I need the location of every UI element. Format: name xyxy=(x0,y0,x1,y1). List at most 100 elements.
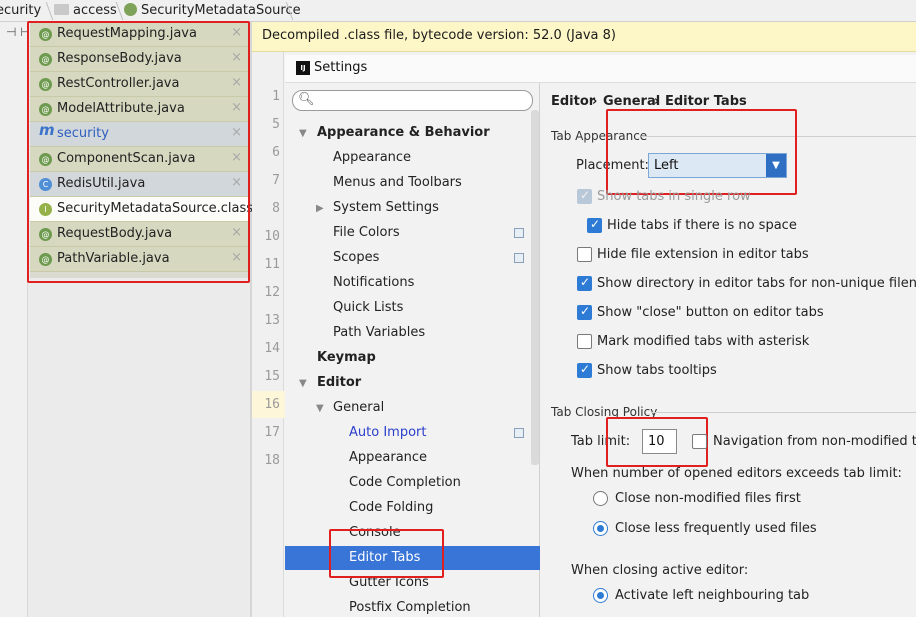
tree-item-code-completion[interactable]: Code Completion xyxy=(349,475,461,490)
tree-item-editor[interactable]: Editor xyxy=(317,375,361,390)
single-row-checkbox[interactable] xyxy=(577,188,592,204)
editor-tab[interactable]: m security × xyxy=(30,122,248,147)
gutter-overlay: 16 17 18 xyxy=(252,52,284,617)
tab-label: ResponseBody.java xyxy=(57,51,182,66)
breadcrumb-label: SecurityMetadataSource xyxy=(141,3,301,18)
interface-icon xyxy=(124,3,137,16)
close-non-modified-label: Close non-modified files first xyxy=(615,491,801,506)
close-icon[interactable]: × xyxy=(231,150,242,165)
line-number: 16 xyxy=(264,397,280,412)
dialog-title-bar[interactable] xyxy=(285,55,916,83)
tree-item-appearance-behavior[interactable]: Appearance & Behavior xyxy=(317,125,490,140)
close-icon[interactable]: × xyxy=(231,100,242,115)
breadcrumb-item-class[interactable]: SecurityMetadataSource xyxy=(124,3,301,18)
tab-label: ModelAttribute.java xyxy=(57,101,185,116)
settings-search-input[interactable] xyxy=(292,90,533,111)
mark-modified-checkbox[interactable] xyxy=(577,334,592,349)
tree-item-path-variables[interactable]: Path Variables xyxy=(333,325,425,340)
line-number: 18 xyxy=(264,453,280,468)
decompiled-banner: Decompiled .class file, bytecode version… xyxy=(252,22,916,52)
m-icon: m xyxy=(39,121,55,139)
settings-breadcrumb-general: General xyxy=(603,94,661,109)
chevron-down-icon[interactable]: ▼ xyxy=(766,154,786,177)
hide-tabs-checkbox[interactable] xyxy=(587,217,602,233)
section-title-tab-closing: Tab Closing Policy xyxy=(551,405,658,419)
show-tooltips-checkbox[interactable] xyxy=(577,362,592,378)
tree-item-console[interactable]: Console xyxy=(349,525,401,540)
collapse-arrow-icon[interactable]: ▶ xyxy=(316,203,324,214)
annotation-icon: @ xyxy=(39,153,52,166)
expand-arrow-icon[interactable]: ▼ xyxy=(316,403,324,414)
annotation-icon: @ xyxy=(39,103,52,116)
tab-label: RestController.java xyxy=(57,76,180,91)
activate-left-radio[interactable] xyxy=(593,588,608,603)
tree-scrollbar[interactable] xyxy=(531,110,539,465)
interface-icon: I xyxy=(39,203,52,216)
show-close-button-label: Show "close" button on editor tabs xyxy=(597,305,824,320)
show-close-button-checkbox[interactable] xyxy=(577,304,592,320)
hide-extension-checkbox[interactable] xyxy=(577,247,592,262)
close-non-modified-radio[interactable] xyxy=(593,491,608,506)
folder-icon xyxy=(54,4,69,15)
banner-text: Decompiled .class file, bytecode version… xyxy=(262,28,616,43)
tree-item-file-colors[interactable]: File Colors xyxy=(333,225,400,240)
editor-tab-active[interactable]: I SecurityMetadataSource.class xyxy=(30,197,253,222)
tab-label: RequestMapping.java xyxy=(57,26,197,41)
tree-item-appearance-editor[interactable]: Appearance xyxy=(349,450,427,465)
close-icon[interactable]: × xyxy=(231,225,242,240)
editor-tab[interactable]: @ ResponseBody.java × xyxy=(30,47,248,72)
section-divider xyxy=(641,136,916,137)
line-number: 17 xyxy=(264,425,280,440)
editor-tab[interactable]: @ PathVariable.java × xyxy=(30,247,248,272)
editor-tab[interactable]: @ RequestMapping.java × xyxy=(30,22,248,47)
tree-item-keymap[interactable]: Keymap xyxy=(317,350,376,365)
closing-active-label: When closing active editor: xyxy=(571,563,749,578)
tab-limit-input[interactable]: 10 xyxy=(642,429,677,454)
project-scope-icon xyxy=(514,428,524,438)
close-icon[interactable]: × xyxy=(231,250,242,265)
annotation-icon: @ xyxy=(39,78,52,91)
tree-item-notifications[interactable]: Notifications xyxy=(333,275,414,290)
editor-tab[interactable]: @ RequestBody.java × xyxy=(30,222,248,247)
tree-item-postfix-completion[interactable]: Postfix Completion xyxy=(349,600,471,615)
editor-tab[interactable]: @ ModelAttribute.java × xyxy=(30,97,248,122)
tree-item-menus-toolbars[interactable]: Menus and Toolbars xyxy=(333,175,462,190)
section-title-tab-appearance: Tab Appearance xyxy=(551,129,648,143)
navigation-bar: ecurity access SecurityMetadataSource xyxy=(0,0,916,22)
tree-item-code-folding[interactable]: Code Folding xyxy=(349,500,433,515)
tab-limit-label: Tab limit: xyxy=(571,434,631,449)
editor-tab[interactable]: @ RestController.java × xyxy=(30,72,248,97)
editor-tab[interactable]: C RedisUtil.java × xyxy=(30,172,248,197)
breadcrumb-separator: › xyxy=(592,94,598,109)
close-icon[interactable]: × xyxy=(231,50,242,65)
close-less-frequent-radio[interactable] xyxy=(593,521,608,536)
section-divider xyxy=(651,412,916,413)
tree-item-scopes[interactable]: Scopes xyxy=(333,250,379,265)
tree-item-appearance[interactable]: Appearance xyxy=(333,150,411,165)
breadcrumb-item-security[interactable]: ecurity xyxy=(0,3,41,18)
tab-label: ComponentScan.java xyxy=(57,151,196,166)
close-icon[interactable]: × xyxy=(231,75,242,90)
search-icon: 🔍︎ xyxy=(298,92,315,107)
exceeds-limit-label: When number of opened editors exceeds ta… xyxy=(571,466,902,481)
close-icon[interactable]: × xyxy=(231,25,242,40)
tree-item-system-settings[interactable]: System Settings xyxy=(333,200,439,215)
annotation-icon: @ xyxy=(39,28,52,41)
tree-item-general[interactable]: General xyxy=(333,400,384,415)
show-directory-checkbox[interactable] xyxy=(577,275,592,291)
editor-tab[interactable]: @ ComponentScan.java × xyxy=(30,147,248,172)
tree-item-gutter-icons[interactable]: Gutter Icons xyxy=(349,575,429,590)
tree-item-editor-tabs[interactable]: Editor Tabs xyxy=(349,550,420,565)
tree-item-quick-lists[interactable]: Quick Lists xyxy=(333,300,403,315)
close-icon[interactable]: × xyxy=(231,175,242,190)
navigation-checkbox[interactable] xyxy=(692,434,707,449)
placement-dropdown[interactable]: Left ▼ xyxy=(648,153,787,178)
annotation-icon: @ xyxy=(39,228,52,241)
expand-arrow-icon[interactable]: ▼ xyxy=(299,128,307,139)
placement-value: Left xyxy=(654,158,679,173)
tree-item-auto-import[interactable]: Auto Import xyxy=(349,425,426,440)
expand-arrow-icon[interactable]: ▼ xyxy=(299,378,307,389)
show-directory-label: Show directory in editor tabs for non-un… xyxy=(597,276,916,291)
tab-label: RedisUtil.java xyxy=(57,176,146,191)
close-icon[interactable]: × xyxy=(231,125,242,140)
